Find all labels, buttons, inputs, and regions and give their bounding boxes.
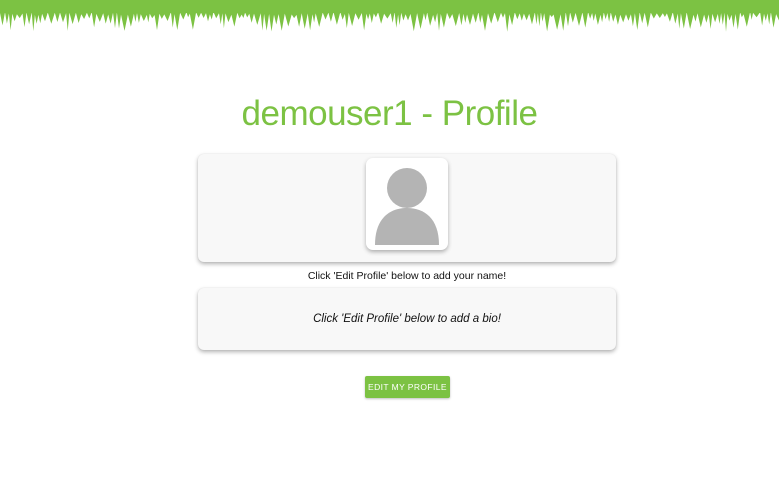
user-silhouette-icon xyxy=(375,168,439,245)
grass-icon xyxy=(0,0,779,32)
avatar xyxy=(366,158,448,250)
avatar-card xyxy=(198,154,616,262)
bio-card: Click 'Edit Profile' below to add a bio! xyxy=(198,288,616,350)
name-hint: Click 'Edit Profile' below to add your n… xyxy=(307,270,507,282)
page-title: demouser1 - Profile xyxy=(241,94,538,133)
profile-page: demouser1 - Profile Click 'Edit Profile'… xyxy=(0,0,779,482)
edit-profile-button[interactable]: EDIT MY PROFILE xyxy=(365,376,450,398)
bio-hint: Click 'Edit Profile' below to add a bio! xyxy=(313,313,501,325)
